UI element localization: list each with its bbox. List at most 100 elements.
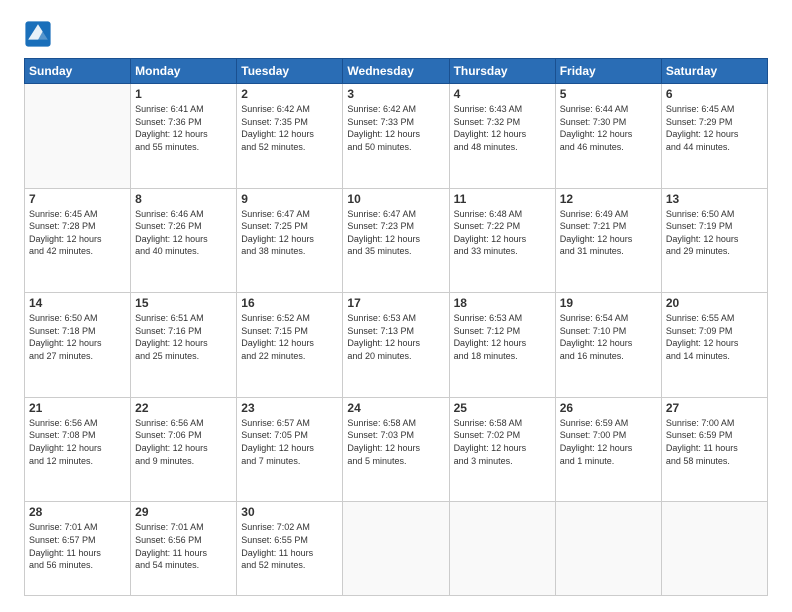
day-number: 1 [135, 87, 232, 101]
day-info: Sunrise: 6:53 AM Sunset: 7:12 PM Dayligh… [454, 312, 551, 362]
day-info: Sunrise: 6:50 AM Sunset: 7:19 PM Dayligh… [666, 208, 763, 258]
day-info: Sunrise: 6:48 AM Sunset: 7:22 PM Dayligh… [454, 208, 551, 258]
day-number: 16 [241, 296, 338, 310]
column-header-monday: Monday [131, 59, 237, 84]
calendar-cell: 17 Sunrise: 6:53 AM Sunset: 7:13 PM Dayli… [343, 293, 449, 398]
day-number: 3 [347, 87, 444, 101]
day-info: Sunrise: 6:53 AM Sunset: 7:13 PM Dayligh… [347, 312, 444, 362]
day-info: Sunrise: 6:42 AM Sunset: 7:33 PM Dayligh… [347, 103, 444, 153]
day-info: Sunrise: 6:57 AM Sunset: 7:05 PM Dayligh… [241, 417, 338, 467]
day-number: 27 [666, 401, 763, 415]
calendar-cell [343, 502, 449, 596]
day-number: 13 [666, 192, 763, 206]
calendar-cell: 20 Sunrise: 6:55 AM Sunset: 7:09 PM Dayli… [661, 293, 767, 398]
calendar-cell: 21 Sunrise: 6:56 AM Sunset: 7:08 PM Dayli… [25, 397, 131, 502]
calendar-cell [449, 502, 555, 596]
page: SundayMondayTuesdayWednesdayThursdayFrid… [0, 0, 792, 612]
day-info: Sunrise: 6:56 AM Sunset: 7:06 PM Dayligh… [135, 417, 232, 467]
calendar-header-row: SundayMondayTuesdayWednesdayThursdayFrid… [25, 59, 768, 84]
calendar-cell: 2 Sunrise: 6:42 AM Sunset: 7:35 PM Daylig… [237, 84, 343, 189]
day-info: Sunrise: 6:47 AM Sunset: 7:23 PM Dayligh… [347, 208, 444, 258]
day-number: 15 [135, 296, 232, 310]
calendar-cell: 29 Sunrise: 7:01 AM Sunset: 6:56 PM Dayli… [131, 502, 237, 596]
day-number: 7 [29, 192, 126, 206]
day-info: Sunrise: 6:43 AM Sunset: 7:32 PM Dayligh… [454, 103, 551, 153]
calendar-week-4: 21 Sunrise: 6:56 AM Sunset: 7:08 PM Dayli… [25, 397, 768, 502]
column-header-thursday: Thursday [449, 59, 555, 84]
day-number: 11 [454, 192, 551, 206]
calendar-cell: 26 Sunrise: 6:59 AM Sunset: 7:00 PM Dayli… [555, 397, 661, 502]
calendar-cell: 16Sunrise: 6:52 AM Sunset: 7:15 PM Dayli… [237, 293, 343, 398]
day-info: Sunrise: 6:42 AM Sunset: 7:35 PM Dayligh… [241, 103, 338, 153]
calendar-cell: 6 Sunrise: 6:45 AM Sunset: 7:29 PM Daylig… [661, 84, 767, 189]
column-header-wednesday: Wednesday [343, 59, 449, 84]
calendar-cell: 23Sunrise: 6:57 AM Sunset: 7:05 PM Dayli… [237, 397, 343, 502]
day-number: 21 [29, 401, 126, 415]
day-info: Sunrise: 6:44 AM Sunset: 7:30 PM Dayligh… [560, 103, 657, 153]
day-number: 10 [347, 192, 444, 206]
day-number: 24 [347, 401, 444, 415]
day-info: Sunrise: 6:55 AM Sunset: 7:09 PM Dayligh… [666, 312, 763, 362]
day-info: Sunrise: 6:58 AM Sunset: 7:03 PM Dayligh… [347, 417, 444, 467]
day-number: 4 [454, 87, 551, 101]
day-number: 20 [666, 296, 763, 310]
day-number: 25 [454, 401, 551, 415]
calendar-week-1: 1 Sunrise: 6:41 AM Sunset: 7:36 PM Daylig… [25, 84, 768, 189]
day-info: Sunrise: 6:46 AM Sunset: 7:26 PM Dayligh… [135, 208, 232, 258]
day-info: Sunrise: 6:47 AM Sunset: 7:25 PM Dayligh… [241, 208, 338, 258]
calendar-week-3: 14 Sunrise: 6:50 AM Sunset: 7:18 PM Dayli… [25, 293, 768, 398]
calendar-cell: 1 Sunrise: 6:41 AM Sunset: 7:36 PM Daylig… [131, 84, 237, 189]
day-number: 9 [241, 192, 338, 206]
calendar-cell: 22 Sunrise: 6:56 AM Sunset: 7:06 PM Dayli… [131, 397, 237, 502]
day-info: Sunrise: 6:56 AM Sunset: 7:08 PM Dayligh… [29, 417, 126, 467]
day-number: 30 [241, 505, 338, 519]
calendar-cell: 27 Sunrise: 7:00 AM Sunset: 6:59 PM Dayli… [661, 397, 767, 502]
calendar-cell: 15 Sunrise: 6:51 AM Sunset: 7:16 PM Dayli… [131, 293, 237, 398]
calendar-cell: 12Sunrise: 6:49 AM Sunset: 7:21 PM Dayli… [555, 188, 661, 293]
column-header-friday: Friday [555, 59, 661, 84]
day-number: 2 [241, 87, 338, 101]
calendar-cell: 14 Sunrise: 6:50 AM Sunset: 7:18 PM Dayli… [25, 293, 131, 398]
calendar-cell: 7Sunrise: 6:45 AM Sunset: 7:28 PM Daylig… [25, 188, 131, 293]
calendar-cell: 10 Sunrise: 6:47 AM Sunset: 7:23 PM Dayli… [343, 188, 449, 293]
day-number: 22 [135, 401, 232, 415]
calendar-week-5: 28Sunrise: 7:01 AM Sunset: 6:57 PM Dayli… [25, 502, 768, 596]
day-number: 18 [454, 296, 551, 310]
calendar-cell: 9 Sunrise: 6:47 AM Sunset: 7:25 PM Daylig… [237, 188, 343, 293]
day-info: Sunrise: 6:54 AM Sunset: 7:10 PM Dayligh… [560, 312, 657, 362]
day-info: Sunrise: 6:49 AM Sunset: 7:21 PM Dayligh… [560, 208, 657, 258]
day-info: Sunrise: 6:51 AM Sunset: 7:16 PM Dayligh… [135, 312, 232, 362]
day-number: 19 [560, 296, 657, 310]
day-info: Sunrise: 7:01 AM Sunset: 6:57 PM Dayligh… [29, 521, 126, 571]
day-info: Sunrise: 6:50 AM Sunset: 7:18 PM Dayligh… [29, 312, 126, 362]
day-info: Sunrise: 6:41 AM Sunset: 7:36 PM Dayligh… [135, 103, 232, 153]
calendar-cell: 5 Sunrise: 6:44 AM Sunset: 7:30 PM Daylig… [555, 84, 661, 189]
day-info: Sunrise: 7:01 AM Sunset: 6:56 PM Dayligh… [135, 521, 232, 571]
day-number: 17 [347, 296, 444, 310]
day-info: Sunrise: 7:02 AM Sunset: 6:55 PM Dayligh… [241, 521, 338, 571]
calendar-cell: 19 Sunrise: 6:54 AM Sunset: 7:10 PM Dayli… [555, 293, 661, 398]
calendar-cell [555, 502, 661, 596]
calendar-cell: 30 Sunrise: 7:02 AM Sunset: 6:55 PM Dayli… [237, 502, 343, 596]
day-info: Sunrise: 6:58 AM Sunset: 7:02 PM Dayligh… [454, 417, 551, 467]
calendar-table: SundayMondayTuesdayWednesdayThursdayFrid… [24, 58, 768, 596]
day-number: 14 [29, 296, 126, 310]
day-info: Sunrise: 6:59 AM Sunset: 7:00 PM Dayligh… [560, 417, 657, 467]
calendar-cell: 11 Sunrise: 6:48 AM Sunset: 7:22 PM Dayli… [449, 188, 555, 293]
day-info: Sunrise: 6:45 AM Sunset: 7:29 PM Dayligh… [666, 103, 763, 153]
calendar-cell: 18 Sunrise: 6:53 AM Sunset: 7:12 PM Dayli… [449, 293, 555, 398]
calendar-cell: 3 Sunrise: 6:42 AM Sunset: 7:33 PM Daylig… [343, 84, 449, 189]
calendar-week-2: 7Sunrise: 6:45 AM Sunset: 7:28 PM Daylig… [25, 188, 768, 293]
day-number: 29 [135, 505, 232, 519]
day-number: 8 [135, 192, 232, 206]
calendar-cell: 28Sunrise: 7:01 AM Sunset: 6:57 PM Dayli… [25, 502, 131, 596]
column-header-tuesday: Tuesday [237, 59, 343, 84]
column-header-sunday: Sunday [25, 59, 131, 84]
day-number: 6 [666, 87, 763, 101]
day-number: 26 [560, 401, 657, 415]
calendar-cell: 24 Sunrise: 6:58 AM Sunset: 7:03 PM Dayli… [343, 397, 449, 502]
calendar-cell [661, 502, 767, 596]
day-info: Sunrise: 7:00 AM Sunset: 6:59 PM Dayligh… [666, 417, 763, 467]
day-number: 5 [560, 87, 657, 101]
header [24, 20, 768, 48]
